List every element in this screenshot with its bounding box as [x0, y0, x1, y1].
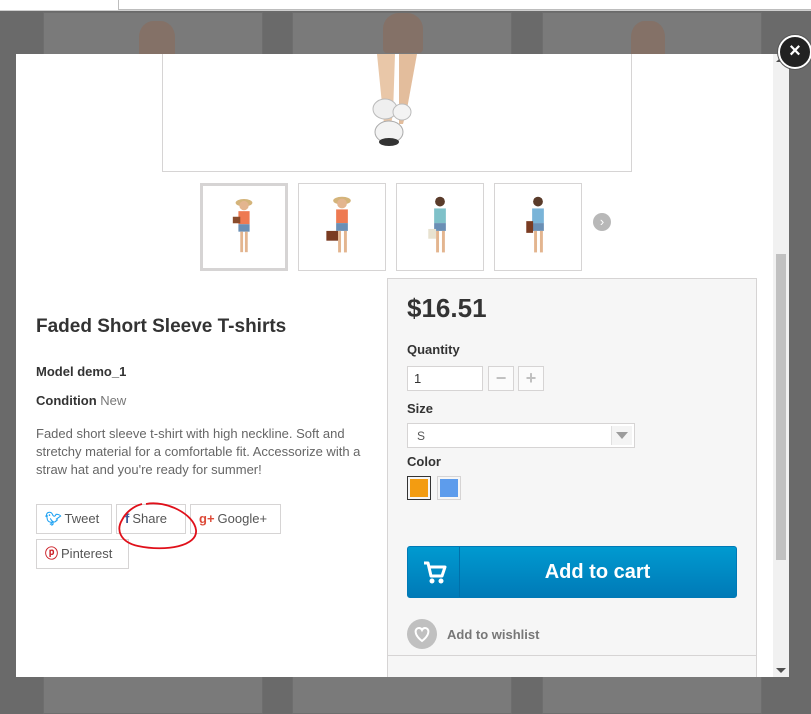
product-condition: Condition New: [36, 393, 126, 408]
chevron-down-icon: [611, 426, 632, 445]
product-price: $16.51: [407, 293, 487, 323]
heart-icon: [407, 619, 437, 649]
thumbnail-2[interactable]: [298, 183, 386, 271]
color-swatch-blue[interactable]: [437, 476, 461, 500]
cart-icon: [408, 547, 460, 597]
twitter-icon: 🐦︎: [45, 511, 62, 526]
product-title: Faded Short Sleeve T-shirts: [36, 316, 287, 337]
product-photo-legs: [372, 54, 417, 146]
buy-box: $16.51 Quantity 1 − + Size S Color Add t…: [387, 278, 757, 677]
size-select[interactable]: S: [407, 423, 635, 448]
quantity-input[interactable]: 1: [407, 366, 483, 391]
product-model: Model demo_1: [36, 364, 126, 379]
add-to-wishlist-label: Add to wishlist: [447, 627, 540, 642]
quantity-plus-button[interactable]: +: [518, 366, 544, 391]
scroll-down-icon[interactable]: [776, 668, 786, 673]
color-swatch-orange[interactable]: [407, 476, 431, 500]
scrollbar-thumb[interactable]: [776, 254, 786, 560]
tweet-button[interactable]: 🐦︎ Tweet: [36, 504, 112, 534]
model-value: demo_1: [77, 364, 127, 379]
size-selected-value: S: [417, 429, 426, 443]
model-label: Model: [36, 364, 74, 379]
condition-label: Condition: [36, 393, 97, 408]
add-to-cart-label: Add to cart: [544, 561, 651, 583]
add-to-cart-button[interactable]: Add to cart: [407, 546, 737, 598]
size-label: Size: [407, 401, 434, 416]
divider: [388, 655, 756, 656]
address-bar[interactable]: [118, 0, 811, 10]
thumbnail-3[interactable]: [396, 183, 484, 271]
close-button[interactable]: ×: [778, 35, 811, 69]
modal-scrollbar[interactable]: [773, 54, 789, 677]
browser-address-strip: [0, 0, 811, 11]
pinterest-icon: ⓟ: [45, 546, 59, 561]
product-description: Faded short sleeve t-shirt with high nec…: [36, 426, 361, 477]
thumbnail-1[interactable]: [200, 183, 288, 271]
quantity-label: Quantity: [407, 342, 460, 357]
next-thumbnail-arrow[interactable]: ›: [593, 213, 611, 231]
annotation-circle: [118, 502, 197, 550]
thumbnail-4[interactable]: [494, 183, 582, 271]
google-plus-icon: g+: [199, 511, 215, 526]
quantity-minus-button[interactable]: −: [488, 366, 514, 391]
condition-value: New: [100, 393, 127, 408]
quick-view-modal: › Faded Short Sleeve T-shirts Model demo…: [16, 54, 789, 677]
main-product-image: [162, 54, 632, 172]
color-label: Color: [407, 454, 441, 469]
google-plus-button[interactable]: g+ Google+: [190, 504, 281, 534]
